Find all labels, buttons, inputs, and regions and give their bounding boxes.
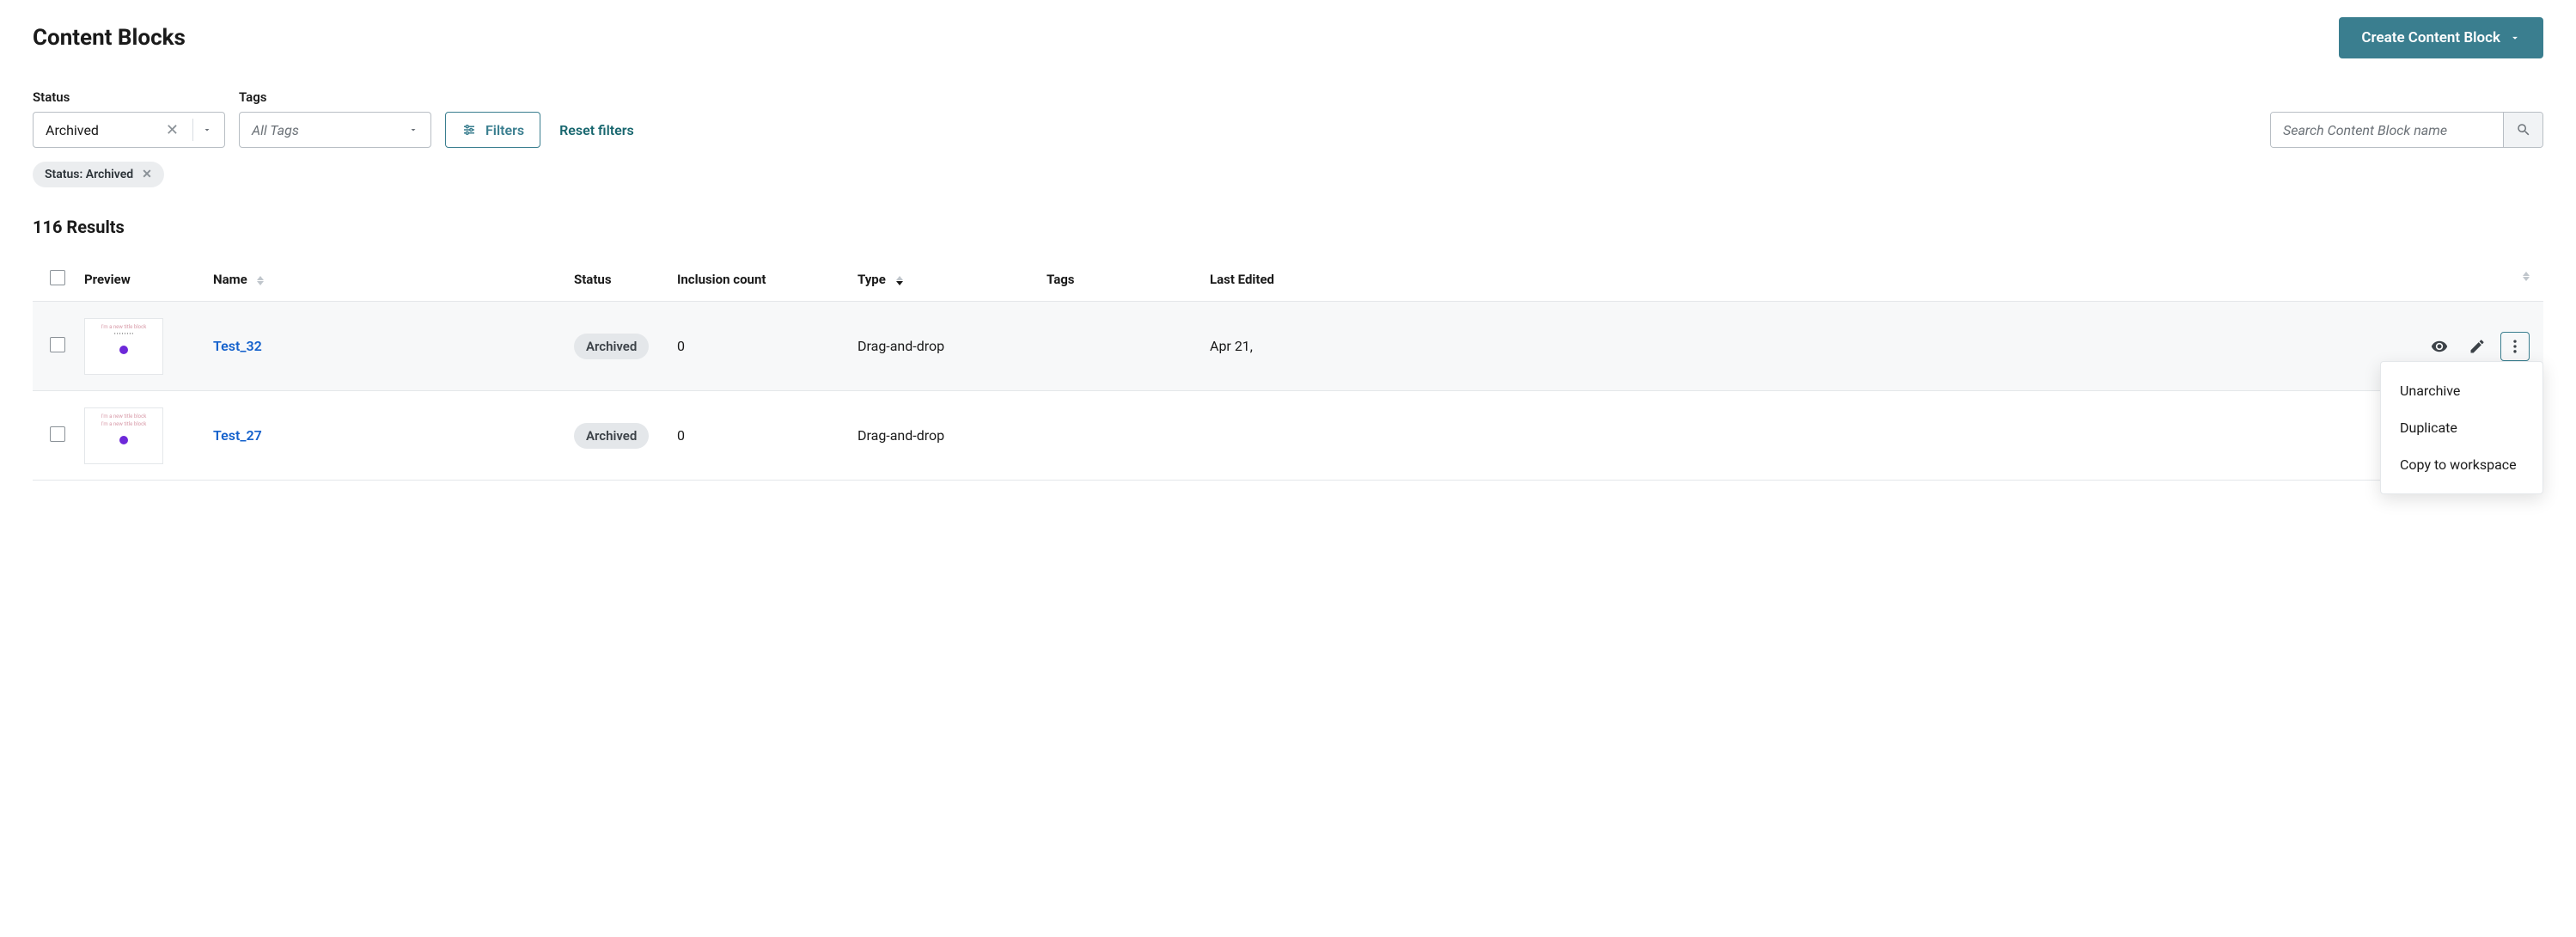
chip-label: Status: Archived	[45, 168, 133, 181]
status-badge: Archived	[574, 334, 649, 359]
col-tags: Tags	[1038, 258, 1201, 302]
filter-chip-status[interactable]: Status: Archived ✕	[33, 162, 164, 187]
filters-button[interactable]: Filters	[445, 112, 540, 148]
menu-unarchive[interactable]: Unarchive	[2381, 372, 2542, 409]
row-tags	[1038, 391, 1201, 481]
table-row[interactable]: I'm a new title block • • • • • • • • Te…	[33, 302, 2543, 391]
row-checkbox[interactable]	[50, 426, 65, 442]
row-inclusion: 0	[668, 391, 849, 481]
filters-label: Filters	[485, 122, 524, 138]
create-content-block-button[interactable]: Create Content Block	[2339, 17, 2543, 58]
row-date	[1201, 391, 2416, 481]
page-title: Content Blocks	[33, 25, 186, 51]
content-blocks-table: Preview Name Status Inclusion count Type…	[33, 258, 2543, 481]
close-icon[interactable]: ✕	[142, 168, 152, 181]
sort-icon	[257, 276, 264, 285]
col-preview: Preview	[76, 258, 204, 302]
row-type: Drag-and-drop	[849, 302, 1038, 391]
tags-filter-select[interactable]: All Tags	[239, 112, 431, 148]
menu-copy-to-workspace[interactable]: Copy to workspace	[2381, 446, 2542, 483]
tags-filter-label: Tags	[239, 89, 431, 105]
row-name-link[interactable]: Test_27	[213, 427, 262, 444]
pencil-icon	[2469, 338, 2486, 355]
table-row[interactable]: I'm a new title block I'm a new title bl…	[33, 391, 2543, 481]
more-actions-button[interactable]	[2500, 332, 2530, 361]
kebab-icon	[2506, 338, 2524, 355]
tags-value: All Tags	[252, 122, 408, 138]
reset-filters-link[interactable]: Reset filters	[559, 112, 634, 148]
row-inclusion: 0	[668, 302, 849, 391]
search-icon	[2516, 122, 2531, 138]
status-filter-label: Status	[33, 89, 225, 105]
caret-down-icon	[2509, 32, 2521, 44]
col-last-edited[interactable]: Last Edited	[1201, 258, 2543, 302]
row-checkbox[interactable]	[50, 337, 65, 352]
preview-thumbnail: I'm a new title block • • • • • • • •	[84, 318, 163, 375]
col-status: Status	[565, 258, 668, 302]
col-type[interactable]: Type	[849, 258, 1038, 302]
sort-icon	[2523, 272, 2530, 281]
col-last-edited-label: Last Edited	[1210, 272, 1274, 287]
status-filter-select[interactable]: Archived ✕	[33, 112, 225, 148]
edit-button[interactable]	[2463, 332, 2492, 361]
col-inclusion: Inclusion count	[668, 258, 849, 302]
row-tags	[1038, 302, 1201, 391]
col-name[interactable]: Name	[204, 258, 565, 302]
menu-duplicate[interactable]: Duplicate	[2381, 409, 2542, 446]
results-count: 116 Results	[33, 217, 2543, 237]
sort-icon	[896, 276, 903, 285]
col-type-label: Type	[858, 272, 886, 287]
row-type: Drag-and-drop	[849, 391, 1038, 481]
chevron-down-icon	[202, 125, 212, 135]
select-all-checkbox[interactable]	[50, 270, 65, 285]
create-label: Create Content Block	[2361, 29, 2500, 46]
clear-status-icon[interactable]: ✕	[166, 121, 179, 139]
search-button[interactable]	[2503, 113, 2542, 147]
search-input[interactable]	[2271, 113, 2503, 147]
status-badge: Archived	[574, 423, 649, 449]
eye-icon	[2431, 338, 2448, 355]
preview-button[interactable]	[2425, 332, 2454, 361]
row-actions-menu: Unarchive Duplicate Copy to workspace	[2380, 361, 2543, 494]
preview-thumbnail: I'm a new title block I'm a new title bl…	[84, 407, 163, 464]
row-name-link[interactable]: Test_32	[213, 338, 262, 354]
divider	[192, 119, 193, 141]
chevron-down-icon	[408, 125, 418, 135]
row-date: Apr 21,	[1201, 302, 2416, 391]
sliders-icon	[461, 122, 477, 138]
search-wrap	[2270, 112, 2543, 148]
col-name-label: Name	[213, 272, 247, 287]
status-value: Archived	[46, 122, 166, 138]
